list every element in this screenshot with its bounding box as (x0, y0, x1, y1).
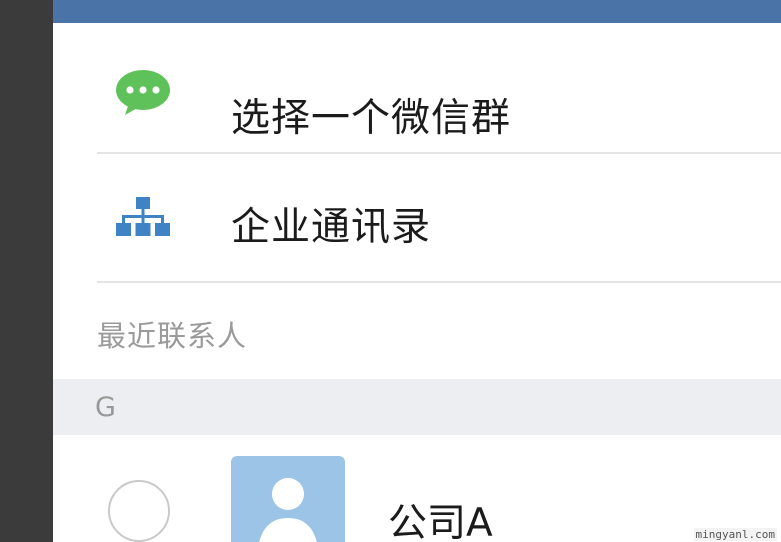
watermark: mingyanl.com (693, 528, 777, 541)
avatar (231, 456, 345, 542)
wechat-chat-bubble-icon (115, 69, 171, 117)
contact-row[interactable]: 公司A (53, 436, 781, 542)
top-bar (53, 0, 781, 23)
left-dark-strip (0, 0, 53, 542)
divider (97, 281, 781, 283)
enterprise-directory-label: 企业通讯录 (231, 205, 432, 250)
person-silhouette-icon (259, 478, 317, 542)
org-chart-icon (115, 195, 171, 243)
divider (97, 152, 781, 154)
contact-name: 公司A (388, 501, 493, 542)
contact-picker-panel: 选择一个微信群 企业通讯录 最近联系人 G 公司A (53, 0, 781, 542)
index-letter: G (95, 392, 116, 423)
select-wechat-group-item[interactable]: 选择一个微信群 (53, 25, 781, 153)
select-wechat-group-label: 选择一个微信群 (231, 96, 512, 141)
enterprise-directory-item[interactable]: 企业通讯录 (53, 155, 781, 283)
recent-contacts-title: 最近联系人 (97, 319, 248, 353)
select-radio[interactable] (108, 480, 170, 542)
index-letter-header: G (53, 379, 781, 435)
